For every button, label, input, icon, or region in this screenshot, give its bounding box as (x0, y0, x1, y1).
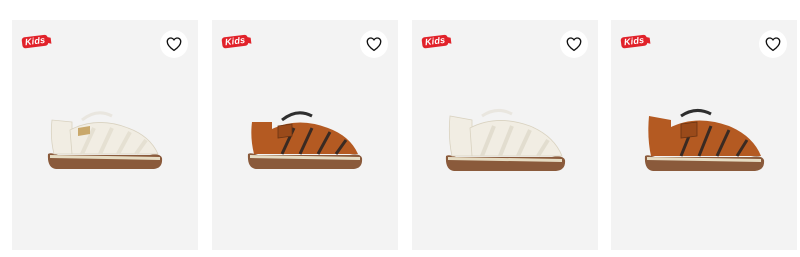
kids-badge: Kids (421, 34, 449, 49)
kids-badge: Kids (21, 34, 49, 49)
product-image (47, 111, 163, 169)
heart-outline-icon (765, 37, 781, 52)
product-card[interactable]: Kids (212, 20, 398, 250)
product-card[interactable]: Kids (611, 20, 797, 250)
wishlist-button[interactable] (360, 30, 388, 58)
wishlist-button[interactable] (160, 30, 188, 58)
product-image (445, 109, 566, 171)
wishlist-button[interactable] (759, 30, 787, 58)
heart-outline-icon (566, 37, 582, 52)
heart-outline-icon (166, 37, 182, 52)
wishlist-button[interactable] (560, 30, 588, 58)
kids-badge: Kids (620, 34, 648, 49)
product-grid: Kids Kids Kids Kids (0, 0, 800, 257)
product-image (247, 111, 363, 169)
heart-outline-icon (366, 37, 382, 52)
product-image (644, 109, 765, 171)
kids-badge: Kids (221, 34, 249, 49)
product-card[interactable]: Kids (12, 20, 198, 250)
product-card[interactable]: Kids (412, 20, 598, 250)
